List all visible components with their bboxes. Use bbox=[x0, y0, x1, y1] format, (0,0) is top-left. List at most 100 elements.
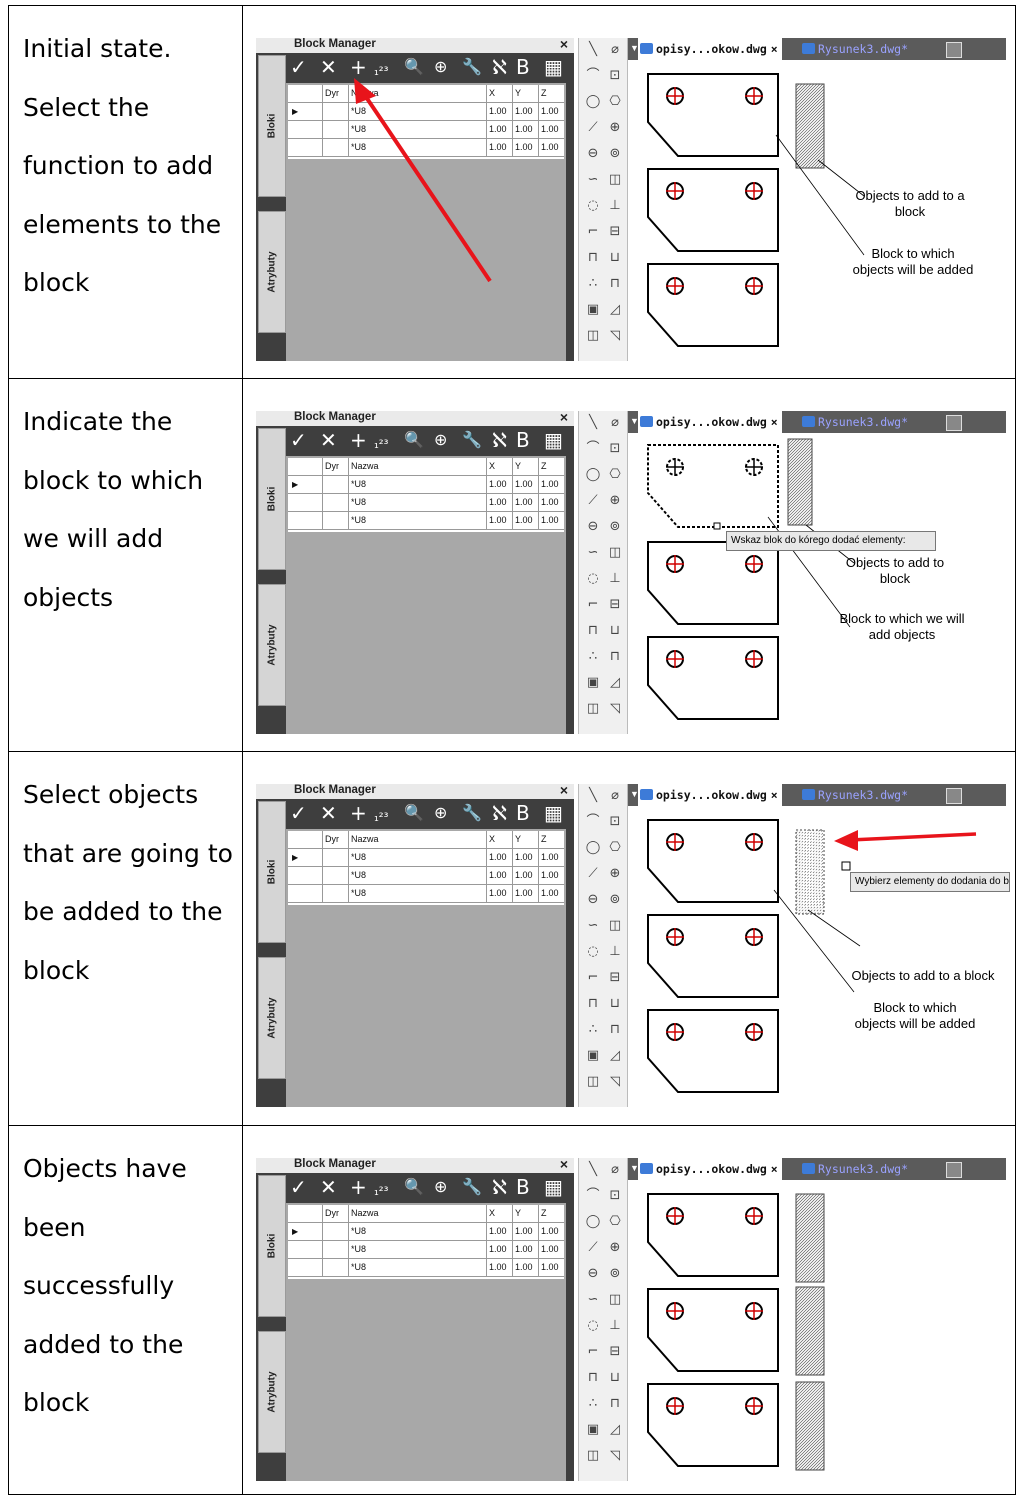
tab-inactive-drawing[interactable]: Rysunek3.dwg* bbox=[800, 411, 908, 433]
palette-tool-icon[interactable]: ∴ bbox=[585, 276, 601, 292]
palette-tool-icon[interactable]: ⟋ bbox=[585, 493, 601, 509]
hatched-objects[interactable] bbox=[795, 1286, 825, 1376]
table-row[interactable]: *U8 1.00 1.00 1.00 bbox=[288, 1259, 564, 1277]
toolbar-button-5[interactable]: ⊕ bbox=[434, 1175, 447, 1199]
hatched-objects[interactable] bbox=[795, 829, 825, 915]
toolbar-button-3[interactable]: ₁²³ bbox=[374, 805, 388, 829]
table-row[interactable]: *U8 1.00 1.00 1.00 bbox=[288, 1241, 564, 1259]
hatched-objects[interactable] bbox=[787, 438, 813, 526]
palette-tool-icon[interactable]: ⊡ bbox=[607, 1188, 623, 1204]
palette-tool-icon[interactable]: ⊓ bbox=[585, 250, 601, 266]
toolbar-button-5[interactable]: ⊕ bbox=[434, 428, 447, 452]
toolbar-button-0[interactable]: ✓ bbox=[290, 801, 307, 825]
block-plate[interactable] bbox=[647, 444, 779, 528]
palette-tool-icon[interactable]: ╲ bbox=[585, 1162, 601, 1178]
palette-tool-icon[interactable]: ⊖ bbox=[585, 892, 601, 908]
block-plate[interactable] bbox=[647, 1193, 779, 1277]
new-tab-icon[interactable] bbox=[946, 42, 962, 58]
column-header[interactable]: Y bbox=[512, 1205, 538, 1222]
palette-tool-icon[interactable]: ◯ bbox=[585, 840, 601, 856]
palette-tool-icon[interactable]: ⊡ bbox=[607, 68, 623, 84]
palette-tool-icon[interactable]: ⌒ bbox=[585, 1188, 601, 1204]
palette-tool-icon[interactable]: ⌒ bbox=[585, 814, 601, 830]
close-tab-icon[interactable]: × bbox=[771, 1162, 778, 1176]
column-header[interactable]: Dyr bbox=[322, 831, 348, 848]
new-tab-icon[interactable] bbox=[946, 415, 962, 431]
palette-tool-icon[interactable]: ╲ bbox=[585, 788, 601, 804]
palette-tool-icon[interactable]: ⌒ bbox=[585, 68, 601, 84]
palette-tool-icon[interactable]: ▣ bbox=[585, 675, 601, 691]
block-plate[interactable] bbox=[647, 1383, 779, 1467]
tab-bloki[interactable]: Bloki bbox=[258, 801, 286, 943]
palette-tool-icon[interactable]: ◫ bbox=[585, 328, 601, 344]
toolbar-button-8[interactable]: B bbox=[516, 428, 530, 452]
toolbar-button-2[interactable]: + bbox=[350, 1175, 367, 1199]
palette-tool-icon[interactable]: ⌀ bbox=[607, 1162, 623, 1178]
column-header[interactable]: Dyr bbox=[322, 1205, 348, 1222]
palette-tool-icon[interactable]: ⊚ bbox=[607, 892, 623, 908]
palette-tool-icon[interactable]: ▣ bbox=[585, 302, 601, 318]
table-row[interactable]: *U8 1.00 1.00 1.00 bbox=[288, 885, 564, 903]
palette-tool-icon[interactable]: ◯ bbox=[585, 467, 601, 483]
palette-tool-icon[interactable]: ⌐ bbox=[585, 970, 601, 986]
palette-tool-icon[interactable]: ⊔ bbox=[607, 623, 623, 639]
palette-tool-icon[interactable]: ◫ bbox=[607, 918, 623, 934]
toolbar-button-8[interactable]: B bbox=[516, 801, 530, 825]
palette-tool-icon[interactable]: ⊚ bbox=[607, 1266, 623, 1282]
palette-tool-icon[interactable]: ⊥ bbox=[607, 571, 623, 587]
block-plate[interactable] bbox=[647, 1288, 779, 1372]
palette-tool-icon[interactable]: ∴ bbox=[585, 1022, 601, 1038]
new-tab-icon[interactable] bbox=[946, 1162, 962, 1178]
toolbar-button-1[interactable]: ✕ bbox=[320, 1175, 337, 1199]
palette-tool-icon[interactable]: ∽ bbox=[585, 545, 601, 561]
palette-tool-icon[interactable]: ◫ bbox=[585, 1074, 601, 1090]
toolbar-button-6[interactable]: 🔧 bbox=[462, 428, 482, 452]
tab-inactive-drawing[interactable]: Rysunek3.dwg* bbox=[800, 784, 908, 806]
toolbar-button-2[interactable]: + bbox=[350, 801, 367, 825]
toolbar-button-0[interactable]: ✓ bbox=[290, 1175, 307, 1199]
tab-active-drawing[interactable]: opisy...okow.dwg × bbox=[638, 38, 782, 60]
toolbar-button-3[interactable]: ₁²³ bbox=[374, 432, 388, 456]
column-header[interactable]: X bbox=[486, 831, 512, 848]
column-header[interactable]: Z bbox=[538, 831, 564, 848]
palette-tool-icon[interactable]: ◹ bbox=[607, 1448, 623, 1464]
palette-tool-icon[interactable]: ∴ bbox=[585, 1396, 601, 1412]
palette-tool-icon[interactable]: ◯ bbox=[585, 1214, 601, 1230]
tab-atrybuty[interactable]: Atrybuty bbox=[258, 1331, 286, 1453]
palette-tool-icon[interactable]: ⊥ bbox=[607, 944, 623, 960]
palette-tool-icon[interactable]: ⌐ bbox=[585, 597, 601, 613]
block-plate[interactable] bbox=[647, 73, 779, 157]
palette-tool-icon[interactable]: ⊕ bbox=[607, 866, 623, 882]
block-plate[interactable] bbox=[647, 541, 779, 625]
palette-tool-icon[interactable]: ∽ bbox=[585, 918, 601, 934]
palette-tool-icon[interactable]: ⟋ bbox=[585, 120, 601, 136]
toolbar-button-3[interactable]: ₁²³ bbox=[374, 1179, 388, 1203]
palette-tool-icon[interactable]: ▣ bbox=[585, 1422, 601, 1438]
palette-tool-icon[interactable]: ⎔ bbox=[607, 467, 623, 483]
toolbar-button-6[interactable]: 🔧 bbox=[462, 801, 482, 825]
palette-tool-icon[interactable]: ⌀ bbox=[607, 415, 623, 431]
toolbar-button-4[interactable]: 🔍 bbox=[404, 428, 424, 452]
toolbar-button-7[interactable]: ℵ bbox=[492, 428, 507, 452]
palette-tool-icon[interactable]: ⊕ bbox=[607, 120, 623, 136]
tab-inactive-drawing[interactable]: Rysunek3.dwg* bbox=[800, 1158, 908, 1180]
drawing-canvas[interactable] bbox=[628, 1180, 1006, 1481]
palette-tool-icon[interactable]: ⎔ bbox=[607, 1214, 623, 1230]
palette-tool-icon[interactable]: ◿ bbox=[607, 1048, 623, 1064]
close-tab-icon[interactable]: × bbox=[771, 415, 778, 429]
table-row[interactable]: ▶ *U8 1.00 1.00 1.00 bbox=[288, 476, 564, 494]
toolbar-button-2[interactable]: + bbox=[350, 428, 367, 452]
palette-tool-icon[interactable]: ◫ bbox=[607, 172, 623, 188]
new-tab-icon[interactable] bbox=[946, 788, 962, 804]
toolbar-button-9[interactable]: ▦ bbox=[544, 428, 563, 452]
palette-tool-icon[interactable]: ⊟ bbox=[607, 970, 623, 986]
table-row[interactable]: *U8 1.00 1.00 1.00 bbox=[288, 867, 564, 885]
column-header[interactable]: Z bbox=[538, 1205, 564, 1222]
palette-tool-icon[interactable]: ◫ bbox=[585, 1448, 601, 1464]
palette-tool-icon[interactable]: ◌ bbox=[585, 1318, 601, 1334]
hatched-objects[interactable] bbox=[795, 1381, 825, 1471]
close-tab-icon[interactable]: × bbox=[771, 788, 778, 802]
column-header[interactable]: X bbox=[486, 458, 512, 475]
palette-tool-icon[interactable]: ◯ bbox=[585, 94, 601, 110]
drawing-canvas[interactable]: Objects to add to a block Block to which … bbox=[628, 60, 1006, 361]
